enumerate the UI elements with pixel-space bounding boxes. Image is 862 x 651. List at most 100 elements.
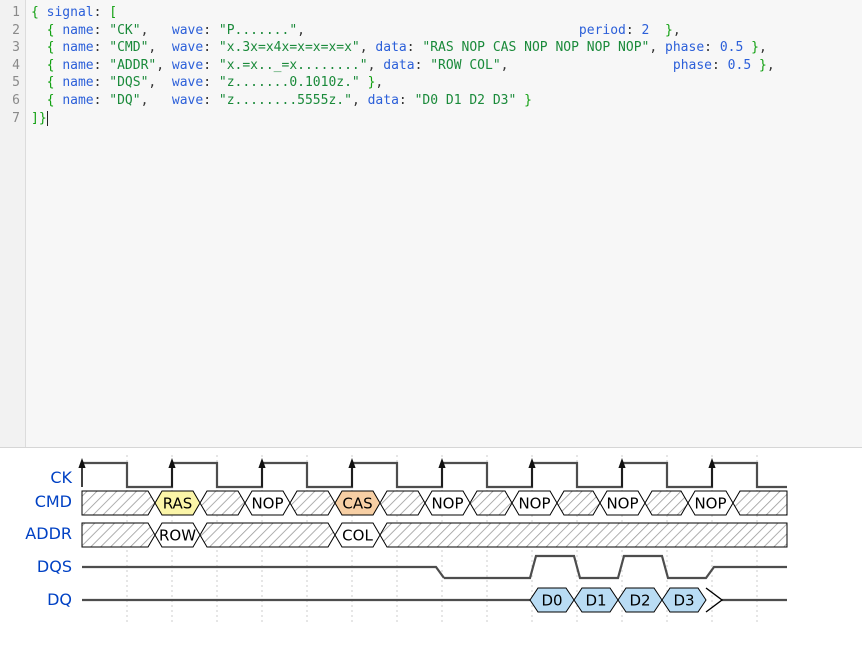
code-token-punc: } xyxy=(38,110,47,126)
code-token-key: wave xyxy=(171,57,204,73)
code-text-area[interactable]: { signal: [ { name: "CK", wave: "P......… xyxy=(27,0,862,447)
code-line[interactable]: { signal: [ xyxy=(31,4,117,22)
code-token-punc: ] xyxy=(31,110,39,126)
dq-tail-arrow xyxy=(705,587,724,613)
signal-label-dqs: DQS xyxy=(37,557,72,576)
dq-cell-label: D3 xyxy=(673,592,694,610)
cmd-cell-label: RAS xyxy=(163,495,193,513)
text-caret xyxy=(46,110,48,126)
code-token-plain: , xyxy=(140,93,172,108)
code-token-plain: : xyxy=(203,57,212,73)
code-token-key: phase xyxy=(665,40,705,56)
code-token-plain: , xyxy=(148,40,172,56)
cmd-cell-label: NOP xyxy=(606,495,638,513)
line-number: 6 xyxy=(12,93,20,108)
signal-label-dq: DQ xyxy=(47,590,72,609)
cmd-cell-idle xyxy=(644,490,689,516)
code-token-num: 0.5 xyxy=(727,57,752,73)
code-line[interactable]: { name: "ADDR", wave: "x.=x.._=x........… xyxy=(31,57,775,75)
cmd-cell-idle xyxy=(556,490,601,516)
signal-row-dq: D0 D1 D2 D3 xyxy=(82,587,787,613)
code-token-punc: } xyxy=(758,57,767,73)
wavedrom-editor-app: 1 2 34 5 6 7 { signal: [ { name: "CK", wave: … xyxy=(0,0,862,651)
cmd-cell-idle xyxy=(732,490,788,516)
signal-label-cmd: CMD xyxy=(35,492,72,511)
cmd-cell-idle xyxy=(379,490,426,516)
cmd-cell-label: CAS xyxy=(342,495,372,513)
waveform-render-pane: CK CMD ADDR DQS DQ RAS NOP CAS NOP NOP NOP NOP ROW… xyxy=(0,449,862,651)
code-token-plain: : xyxy=(712,57,720,73)
line-number: 2 xyxy=(12,22,20,38)
code-token-punc: [ xyxy=(109,5,118,20)
cmd-cell-idle xyxy=(289,490,336,516)
addr-cell-idle xyxy=(379,522,788,548)
code-token-plain: , xyxy=(500,57,509,73)
dq-cell-label: D1 xyxy=(585,592,606,610)
code-token-plain: : xyxy=(704,40,712,56)
cmd-cell-label: NOP xyxy=(694,495,726,513)
code-token-plain: , xyxy=(297,22,305,38)
code-token-plain: , xyxy=(758,40,767,56)
code-token-punc: { xyxy=(31,5,39,20)
code-line[interactable]: { name: "CK", wave: "P.......", period: … xyxy=(31,22,681,40)
code-token-str: "ROW COL" xyxy=(430,57,501,73)
code-token-str: "P......." xyxy=(218,22,298,38)
dq-cell-label: D2 xyxy=(629,592,650,610)
cmd-cell-label: NOP xyxy=(431,495,463,513)
cmd-cell-label: NOP xyxy=(251,495,283,513)
code-token-key: wave xyxy=(171,40,204,56)
dqs-idle-segment xyxy=(82,565,445,579)
ck-waveform xyxy=(82,461,787,489)
code-token-key: data xyxy=(367,93,399,108)
code-token-str: "ADDR" xyxy=(109,57,157,73)
code-editor-pane[interactable]: 1 2 34 5 6 7 { signal: [ { name: "CK", wave: … xyxy=(0,0,862,448)
code-token-plain: : xyxy=(398,93,407,108)
cmd-cell-idle xyxy=(199,490,246,516)
signal-row-cmd: RAS NOP CAS NOP NOP NOP NOP xyxy=(81,490,788,516)
cmd-cell-idle xyxy=(469,490,513,516)
code-line[interactable]: { name: "DQS", wave: "z.......0.1010z." … xyxy=(31,74,384,92)
line-number: 4 xyxy=(12,57,20,73)
code-token-plain: , xyxy=(351,93,368,108)
signal-name-labels: CK CMD ADDR DQS DQ xyxy=(25,468,72,609)
signal-row-dqs xyxy=(82,554,787,580)
code-token-key: data xyxy=(383,57,415,73)
code-line[interactable]: ]} xyxy=(31,110,47,128)
code-token-plain: , xyxy=(649,40,666,56)
timing-diagram-svg: CK CMD ADDR DQS DQ RAS NOP CAS NOP NOP NOP NOP ROW… xyxy=(25,455,788,625)
code-token-plain: : xyxy=(203,75,212,91)
code-token-key: phase xyxy=(672,57,713,73)
code-token-num: 0.5 xyxy=(719,40,744,56)
code-token-plain: , xyxy=(375,75,384,91)
code-token-plain: : xyxy=(625,22,634,38)
code-token-str: "CK" xyxy=(109,22,141,38)
code-token-str: "z.......0.1010z." xyxy=(218,75,360,91)
code-token-key: period xyxy=(578,22,626,38)
code-token-str: "DQS" xyxy=(109,75,149,91)
code-token-plain: , xyxy=(140,22,172,38)
code-token-str: "x.=x.._=x........" xyxy=(218,57,368,73)
code-token-punc: } xyxy=(665,22,673,38)
code-token-key: name xyxy=(62,93,94,108)
code-token-plain: , xyxy=(766,57,775,73)
code-token-plain: , xyxy=(359,40,376,56)
code-line[interactable]: { name: "CMD", wave: "x.3x=x4x=x=x=x=x",… xyxy=(31,39,767,57)
code-line[interactable]: { name: "DQ", wave: "z........5555z.", d… xyxy=(31,92,532,110)
code-token-plain: : xyxy=(203,40,212,56)
